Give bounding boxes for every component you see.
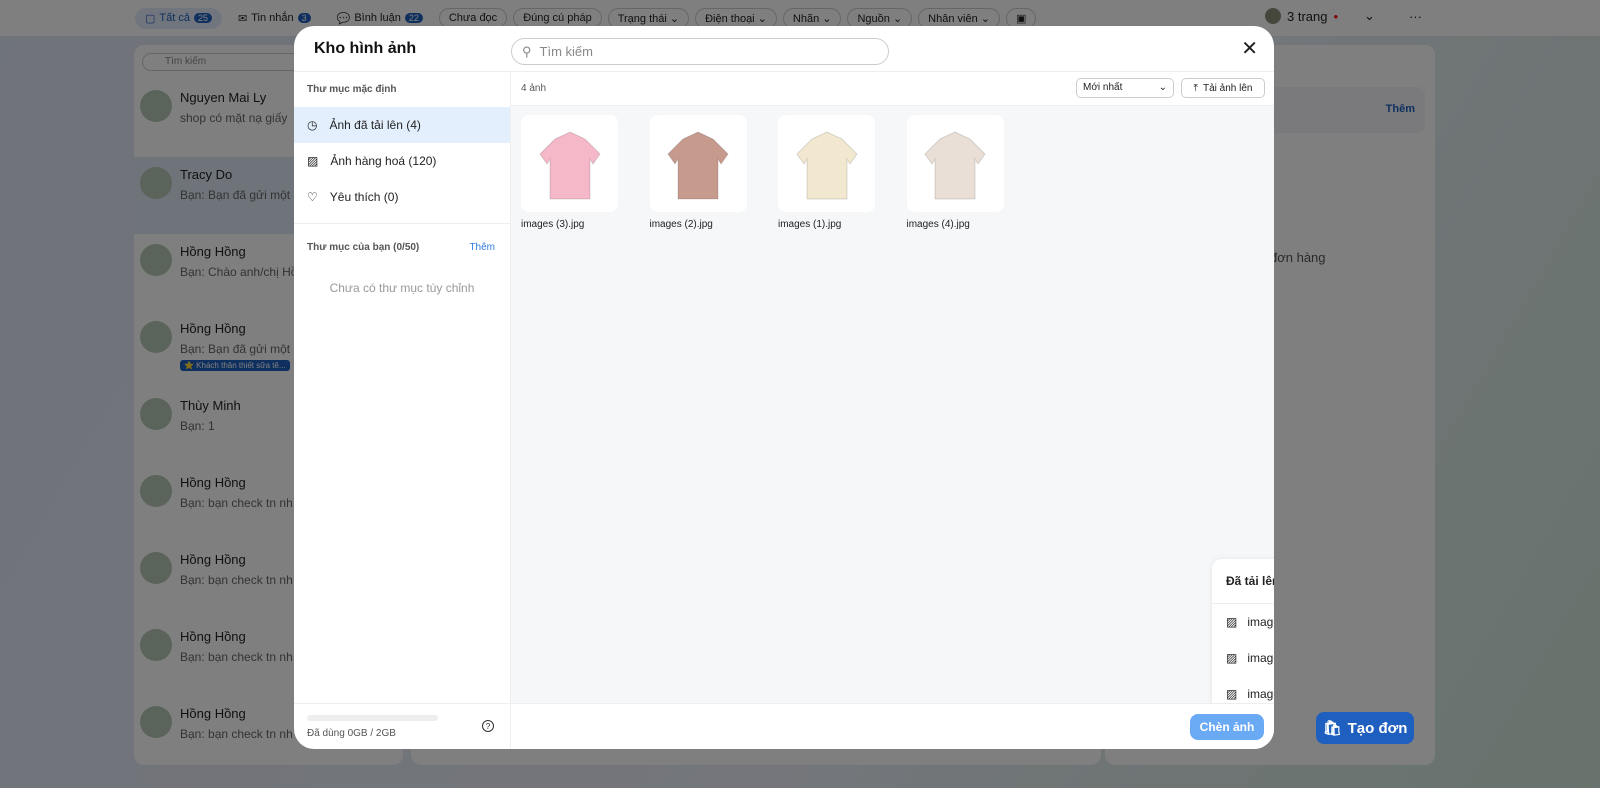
heart-icon: ♡	[307, 190, 318, 204]
folder-panel: Thư mục mặc định ◷ Ảnh đã tải lên (4) ▨ Ản…	[294, 72, 511, 749]
upload-button[interactable]: ⤒ Tải ảnh lên	[1181, 78, 1265, 98]
section-label: Thư mục của bạn (0/50)	[307, 242, 420, 253]
sort-select[interactable]: Mới nhất ⌄	[1076, 78, 1174, 98]
image-search-input[interactable]: ⚲ Tìm kiếm	[511, 38, 889, 65]
upload-status-title: Đã tải lên 4 ảnh	[1226, 574, 1274, 588]
image-preview	[521, 115, 618, 212]
jacket-image	[667, 130, 729, 199]
image-filename: images (2).jpg	[649, 219, 713, 230]
create-order-button[interactable]: 🛍 Tạo đơn	[1316, 712, 1414, 744]
jacket-image	[538, 130, 601, 199]
close-icon[interactable]: ✕	[1241, 39, 1258, 59]
insert-image-button[interactable]: Chèn ảnh	[1190, 714, 1264, 740]
image-thumbnail[interactable]: images (2).jpg	[649, 115, 750, 230]
image-filename: images (3).jpg	[521, 219, 585, 230]
image-icon: ▨	[1226, 651, 1238, 665]
bag-icon: 🛍	[1322, 720, 1342, 737]
image-icon: ▨	[1226, 687, 1238, 701]
storage-label: Đã dùng 0GB / 2GB	[307, 728, 396, 739]
image-icon: ▨	[1226, 615, 1238, 629]
image-thumbnail[interactable]: images (1).jpg	[778, 115, 878, 230]
jacket-image	[924, 130, 986, 199]
search-icon: ⚲	[522, 43, 532, 59]
section-label: Thư mục mặc định	[307, 84, 397, 95]
image-count: 4 ảnh	[521, 83, 547, 94]
image-thumbnail[interactable]: images (3).jpg	[521, 115, 621, 230]
image-thumbnail[interactable]: images (4).jpg	[906, 115, 1007, 230]
image-preview	[649, 115, 747, 212]
image-grid-panel: 4 ảnh Mới nhất ⌄ ⤒ Tải ảnh lên images (3).…	[511, 72, 1274, 749]
image-icon: ▨	[307, 154, 319, 168]
image-preview	[906, 115, 1004, 212]
upload-item: ▨images (4).jpg✓	[1212, 604, 1274, 640]
image-preview	[778, 115, 875, 212]
clock-icon: ◷	[307, 118, 318, 132]
image-filename: images (1).jpg	[778, 219, 842, 230]
jacket-image	[795, 130, 858, 199]
upload-icon: ⤒	[1193, 82, 1198, 94]
upload-item: ▨images (1).jpg✓	[1212, 640, 1274, 676]
chevron-down-icon: ⌄	[1158, 82, 1167, 93]
image-library-modal: Kho hình ảnh ⚲ Tìm kiếm ✕ Thư mục mặc địn…	[294, 26, 1274, 749]
help-icon[interactable]: ?	[482, 720, 494, 732]
image-filename: images (4).jpg	[906, 219, 970, 230]
add-folder-link[interactable]: Thêm	[469, 242, 495, 253]
storage-bar	[307, 715, 438, 721]
folder-products[interactable]: ▨ Ảnh hàng hoá (120)	[294, 143, 510, 179]
folder-favorites[interactable]: ♡ Yêu thích (0)	[294, 179, 510, 215]
empty-folders-text: Chưa có thư mục tùy chỉnh	[329, 281, 475, 295]
folder-uploaded[interactable]: ◷ Ảnh đã tải lên (4)	[294, 107, 510, 143]
modal-title: Kho hình ảnh	[314, 39, 417, 57]
